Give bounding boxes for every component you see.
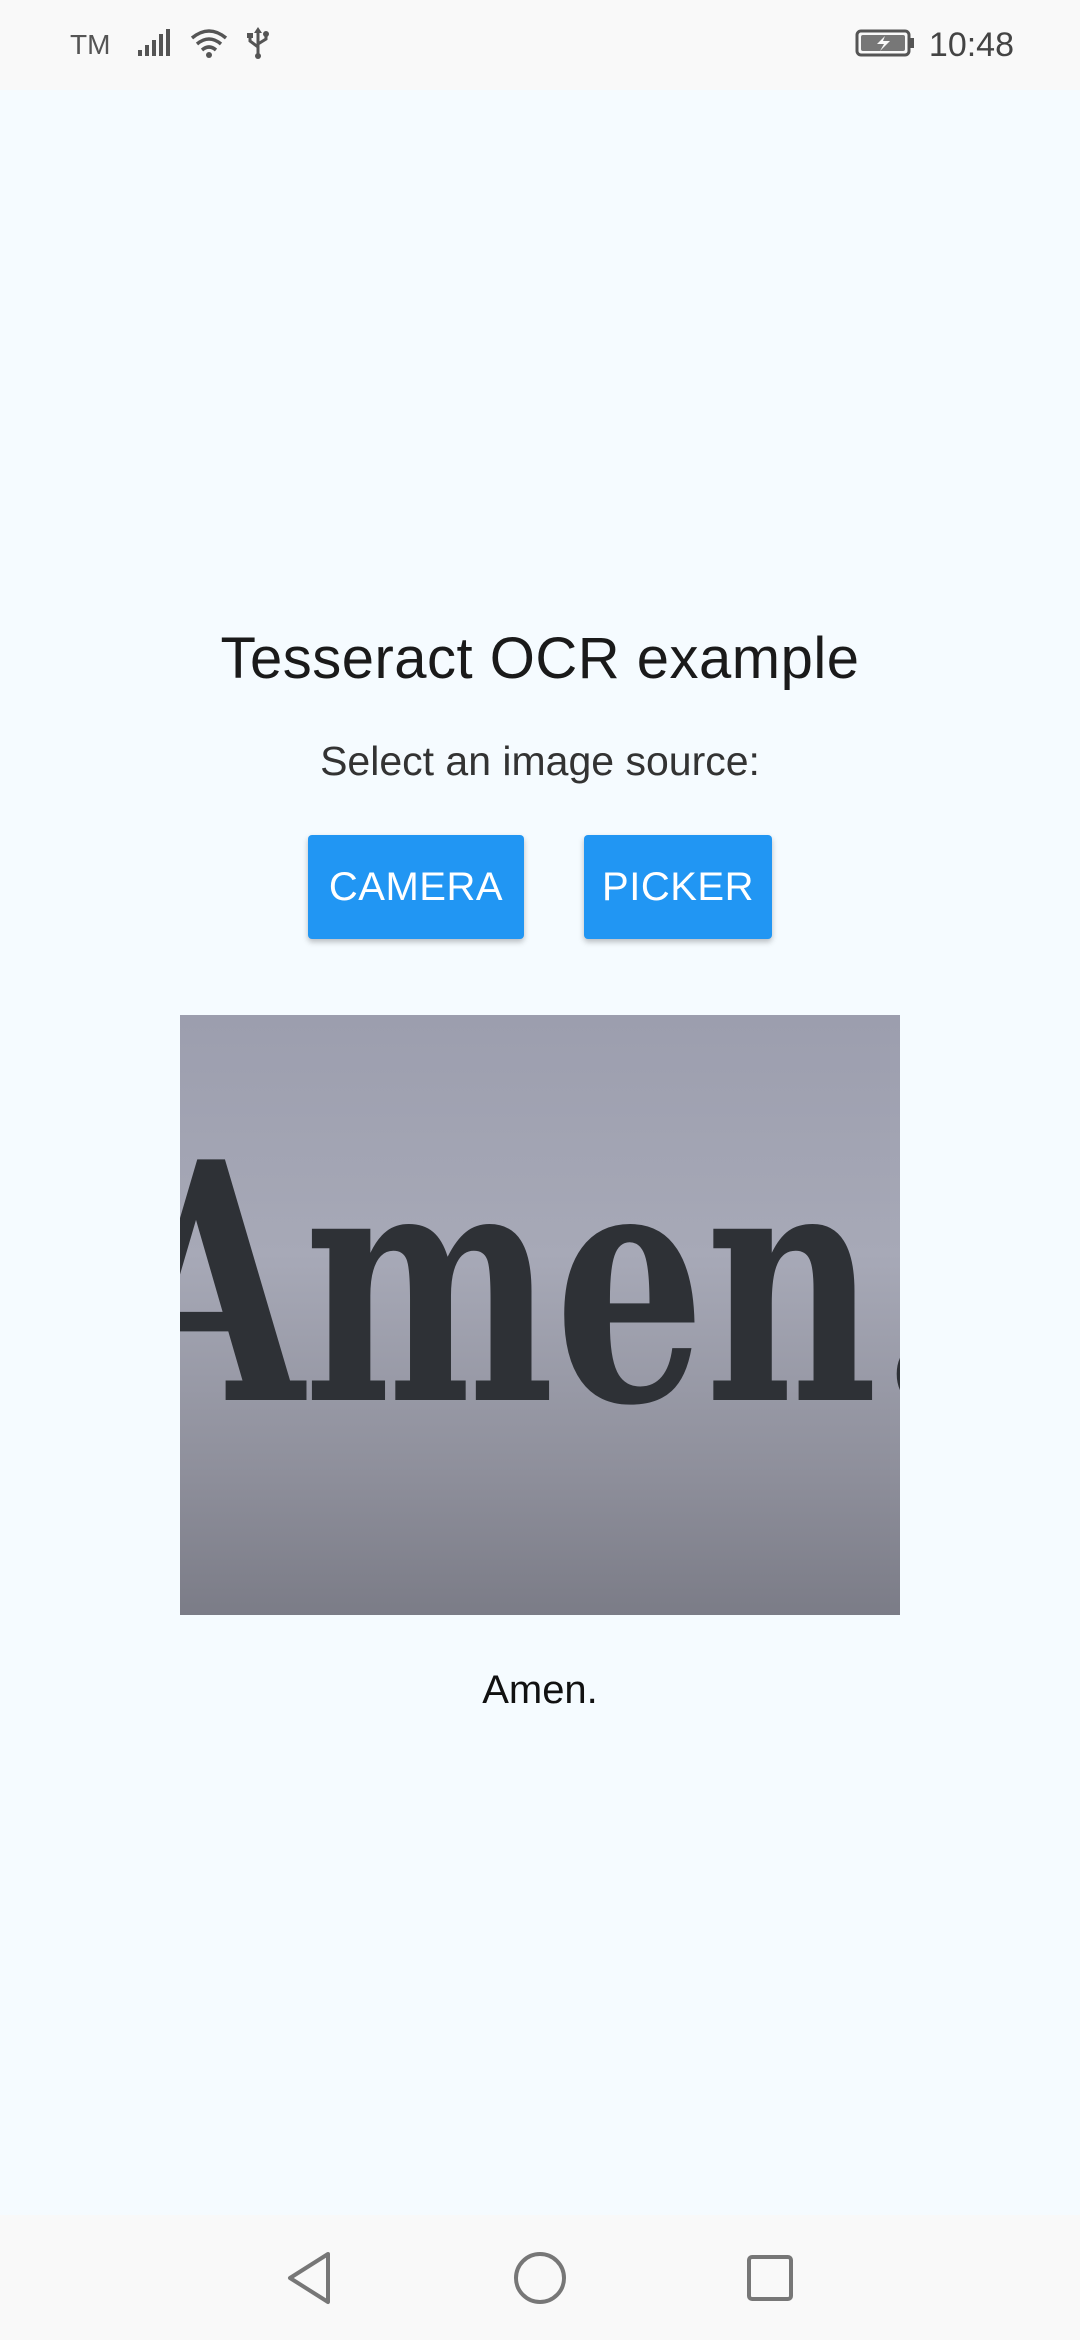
- preview-image-text: Amen.: [180, 1090, 900, 1478]
- wifi-icon: [190, 28, 228, 63]
- signal-icon: [136, 28, 172, 63]
- recents-icon[interactable]: [735, 2243, 805, 2313]
- status-right: 10:48: [855, 0, 1014, 90]
- ocr-result-text: Amen.: [482, 1668, 598, 1712]
- page-title: Tesseract OCR example: [220, 626, 860, 691]
- carrier-label: TM: [70, 29, 111, 60]
- image-source-prompt: Select an image source:: [320, 738, 760, 784]
- usb-icon: [246, 26, 270, 64]
- navigation-bar: [0, 2215, 1080, 2340]
- picker-button[interactable]: PICKER: [584, 835, 772, 939]
- home-icon[interactable]: [505, 2243, 575, 2313]
- status-left: TM: [70, 0, 270, 90]
- selected-image-preview: Amen.: [180, 1015, 900, 1615]
- app-content: Tesseract OCR example Select an image so…: [0, 90, 1080, 2215]
- clock: 10:48: [928, 25, 1014, 64]
- status-bar: TM 10:48: [0, 0, 1080, 90]
- camera-button[interactable]: CAMERA: [308, 835, 524, 939]
- battery-charging-icon: [855, 28, 915, 63]
- back-icon[interactable]: [275, 2243, 345, 2313]
